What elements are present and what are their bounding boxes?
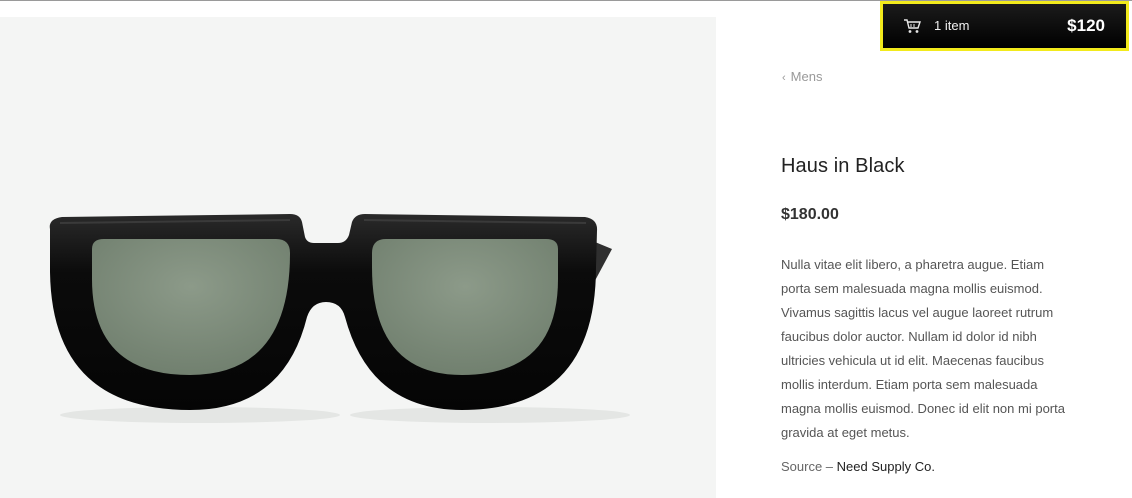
cart-total: $120 [1067, 16, 1105, 35]
product-source: Source – Need Supply Co. [781, 459, 935, 474]
source-prefix: Source – [781, 459, 837, 474]
product-price: $180.00 [781, 206, 839, 223]
product-title: Haus in Black [781, 155, 905, 177]
source-link[interactable]: Need Supply Co. [837, 459, 935, 474]
cart-icon [904, 19, 921, 33]
chevron-left-icon: ‹ [782, 72, 786, 84]
product-image [0, 17, 716, 498]
breadcrumb-mens-link[interactable]: ‹ Mens [782, 69, 822, 84]
breadcrumb-label: Mens [790, 69, 823, 84]
sunglasses-illustration [49, 214, 630, 423]
cart-button[interactable]: 1 item $120 [880, 1, 1129, 51]
product-description: Nulla vitae elit libero, a pharetra augu… [781, 257, 1065, 440]
cart-item-count: 1 item [934, 18, 970, 33]
